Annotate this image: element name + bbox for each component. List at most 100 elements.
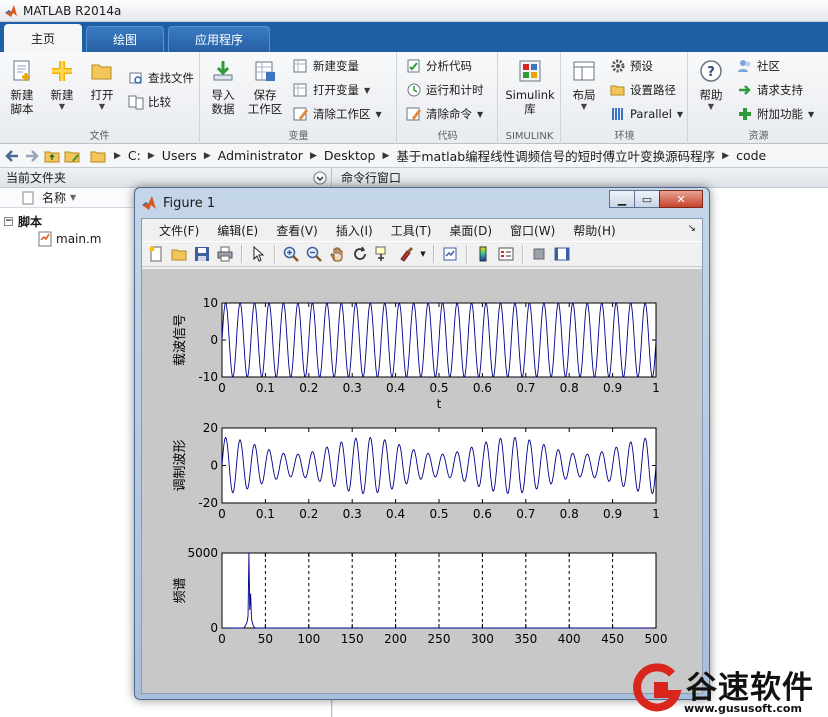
breadcrumb-separator-icon[interactable]: ▶ — [382, 151, 389, 161]
ribbon-tabs: 主页 绘图 应用程序 — [0, 22, 828, 52]
help-dropdown-arrow-icon[interactable]: ▼ — [691, 102, 731, 112]
open-file-icon[interactable] — [169, 244, 189, 264]
save-workspace-button[interactable]: 保存 工作区 — [245, 56, 285, 116]
breadcrumb-code[interactable]: code — [729, 148, 773, 163]
set-path-button[interactable]: 设置路径 — [610, 80, 676, 100]
breadcrumb-separator-icon[interactable]: ▶ — [148, 151, 155, 161]
tab-plots[interactable]: 绘图 — [86, 26, 165, 52]
sort-arrow-icon[interactable]: ▼ — [70, 193, 76, 202]
breadcrumb-separator-icon[interactable]: ▶ — [114, 151, 121, 161]
community-icon — [738, 60, 751, 72]
close-button[interactable]: ✕ — [659, 190, 703, 208]
parallel-button[interactable]: Parallel ▼ — [610, 104, 683, 124]
pan-icon[interactable] — [327, 244, 347, 264]
figure-canvas[interactable]: 0 0.1 0.2 0.3 0.4 0.5 0.6 0.7 0.8 0.9 1 -10 0 10 t 载波信号… — [142, 269, 702, 693]
show-plot-tools-icon[interactable] — [552, 244, 572, 264]
clear-commands-button[interactable]: 清除命令 ▼ — [406, 104, 483, 124]
simulink-library-button[interactable]: Simulink 库 — [503, 56, 557, 116]
open-variable-dropdown-icon[interactable]: ▼ — [364, 86, 370, 95]
hide-plot-tools-icon[interactable] — [529, 244, 549, 264]
breadcrumb-administrator[interactable]: Administrator — [211, 148, 310, 163]
clear-commands-icon — [406, 107, 421, 121]
run-and-time-button[interactable]: 运行和计时 — [406, 80, 484, 100]
collapse-icon[interactable]: − — [4, 216, 13, 226]
preferences-button[interactable]: 预设 — [610, 56, 653, 76]
browse-folder-icon[interactable] — [64, 148, 80, 164]
up-folder-icon[interactable] — [44, 148, 60, 164]
request-support-button[interactable]: 请求支持 — [737, 80, 803, 100]
minimize-button[interactable]: ▁ — [609, 190, 635, 208]
brush-icon[interactable] — [396, 244, 416, 264]
brush-dropdown-icon[interactable]: ▼ — [419, 244, 427, 264]
colorbar-icon[interactable] — [473, 244, 493, 264]
menu-insert[interactable]: 插入(I) — [327, 222, 382, 239]
print-icon[interactable] — [215, 244, 235, 264]
menu-desktop[interactable]: 桌面(D) — [440, 222, 501, 239]
forward-arrow-icon[interactable] — [24, 148, 40, 164]
menu-edit[interactable]: 编辑(E) — [208, 222, 267, 239]
parallel-dropdown-icon[interactable]: ▼ — [677, 110, 683, 119]
find-files-button[interactable]: 查找文件 — [128, 68, 194, 88]
add-ons-dropdown-icon[interactable]: ▼ — [808, 110, 814, 119]
zoom-out-icon[interactable] — [304, 244, 324, 264]
panel-actions-icon[interactable] — [313, 171, 327, 185]
new-figure-icon[interactable] — [146, 244, 166, 264]
breadcrumb-desktop[interactable]: Desktop — [317, 148, 383, 163]
zoom-in-icon[interactable] — [281, 244, 301, 264]
maximize-button[interactable]: ▭ — [634, 190, 660, 208]
figure-window[interactable]: Figure 1 ▁ ▭ ✕ 文件(F) 编辑(E) 查看(V) 插入(I) 工… — [134, 187, 710, 700]
new-button[interactable]: 新建 ▼ — [42, 56, 82, 112]
link-icon[interactable] — [440, 244, 460, 264]
community-button[interactable]: 社区 — [737, 56, 780, 76]
breadcrumb-separator-icon[interactable]: ▶ — [310, 151, 317, 161]
clear-workspace-dropdown-icon[interactable]: ▼ — [376, 110, 382, 119]
breadcrumb-separator-icon[interactable]: ▶ — [722, 151, 729, 161]
import-data-icon — [213, 61, 233, 81]
clear-workspace-button[interactable]: 清除工作区 ▼ — [293, 104, 382, 124]
x-tick-label: 450 — [601, 632, 624, 646]
breadcrumb-drive[interactable]: C: — [121, 148, 148, 163]
tab-apps[interactable]: 应用程序 — [168, 26, 271, 52]
legend-icon[interactable] — [496, 244, 516, 264]
new-plus-icon — [52, 61, 72, 81]
group-simulink-label: SIMULINK — [505, 131, 554, 142]
breadcrumb-separator-icon[interactable]: ▶ — [204, 151, 211, 161]
dock-arrow-icon[interactable]: ↘ — [688, 223, 696, 234]
toolbar-separator — [466, 245, 467, 263]
menu-help[interactable]: 帮助(H) — [564, 222, 624, 239]
save-icon[interactable] — [192, 244, 212, 264]
new-dropdown-arrow-icon[interactable]: ▼ — [42, 102, 82, 112]
analyze-code-button[interactable]: 分析代码 — [406, 56, 472, 76]
breadcrumb-users[interactable]: Users — [155, 148, 204, 163]
layout-dropdown-arrow-icon[interactable]: ▼ — [564, 102, 604, 112]
set-path-label: 设置路径 — [630, 83, 676, 97]
menu-view[interactable]: 查看(V) — [267, 222, 327, 239]
pointer-icon[interactable] — [248, 244, 268, 264]
layout-icon — [573, 61, 595, 81]
add-ons-button[interactable]: 附加功能 ▼ — [737, 104, 814, 124]
breadcrumb-project-folder[interactable]: 基于matlab编程线性调频信号的短时傅立叶变换源码程序 — [389, 146, 722, 165]
clear-commands-dropdown-icon[interactable]: ▼ — [477, 110, 483, 119]
help-icon: ? — [700, 60, 722, 82]
open-button[interactable]: 打开 ▼ — [82, 56, 122, 112]
back-arrow-icon[interactable] — [4, 148, 20, 164]
menu-window[interactable]: 窗口(W) — [501, 222, 564, 239]
open-dropdown-arrow-icon[interactable]: ▼ — [82, 102, 122, 112]
help-button[interactable]: ? 帮助 ▼ — [691, 56, 731, 112]
figure-title-bar[interactable]: Figure 1 — [141, 192, 215, 214]
import-data-button[interactable]: 导入 数据 — [203, 56, 243, 116]
layout-button[interactable]: 布局 ▼ — [564, 56, 604, 112]
menu-file[interactable]: 文件(F) — [150, 222, 208, 239]
tab-home[interactable]: 主页 — [4, 24, 83, 52]
group-resources: ? 帮助 ▼ 社区 请求支持 附加功能 ▼ 资源 — [689, 52, 828, 144]
rotate-icon[interactable] — [350, 244, 370, 264]
compare-button[interactable]: 比较 — [128, 92, 171, 112]
menu-tools[interactable]: 工具(T) — [382, 222, 441, 239]
new-variable-button[interactable]: 新建变量 — [293, 56, 359, 76]
data-cursor-icon[interactable] — [373, 244, 393, 264]
add-ons-icon — [739, 108, 751, 120]
y-tick-label: -10 — [198, 370, 218, 384]
layout-label: 布局 — [572, 88, 596, 102]
new-script-button[interactable]: 新建 脚本 — [2, 56, 42, 116]
open-variable-button[interactable]: 打开变量 ▼ — [293, 80, 370, 100]
